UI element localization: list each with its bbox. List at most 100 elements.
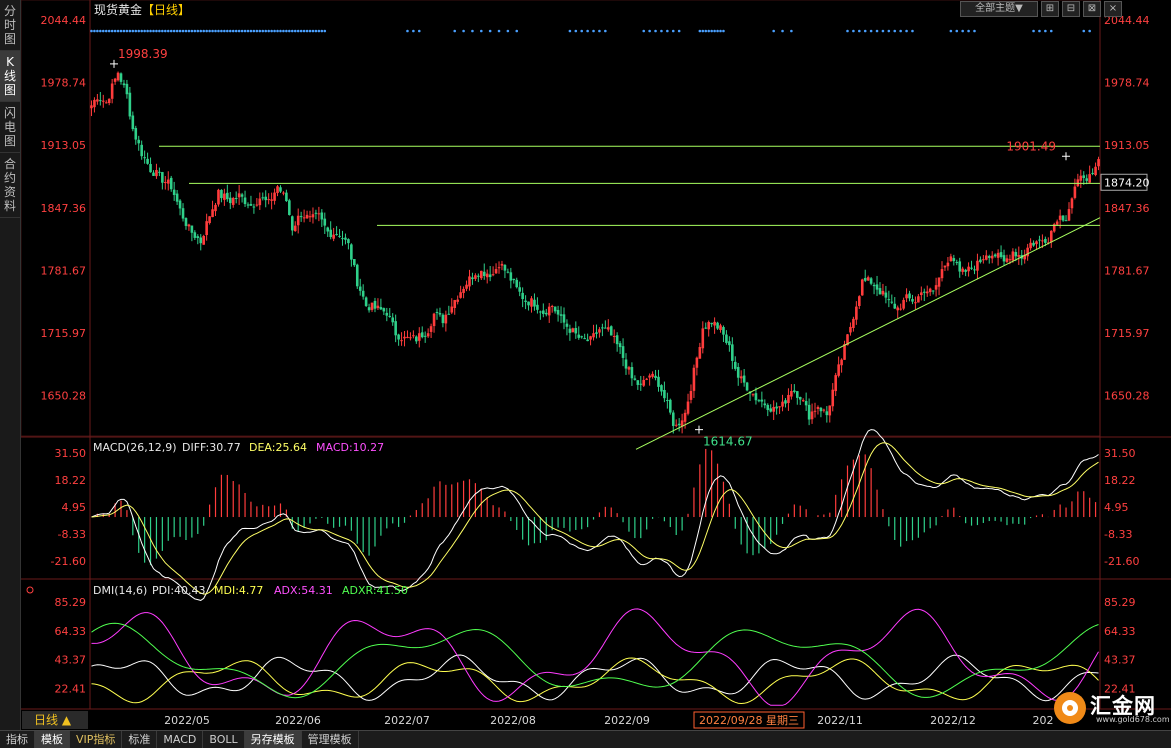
candle-body xyxy=(1041,240,1044,242)
side-tab-0[interactable]: 分时图 xyxy=(0,0,20,51)
side-tab-3[interactable]: 合约资料 xyxy=(0,153,20,218)
candle-body xyxy=(240,194,244,197)
bottom-tab-7[interactable]: 管理模板 xyxy=(302,731,359,748)
side-tab-2[interactable]: 闪电图 xyxy=(0,102,20,153)
signal-dot xyxy=(199,29,203,33)
candle-body xyxy=(922,291,926,293)
candle-body xyxy=(908,293,911,299)
signal-dot xyxy=(875,29,879,33)
candle-body xyxy=(231,197,235,205)
period-selector[interactable]: 日线 ▲ xyxy=(22,711,88,729)
signal-dot xyxy=(781,29,784,33)
signal-dot xyxy=(592,29,595,33)
candle-body xyxy=(565,323,569,327)
signal-dot xyxy=(905,29,908,33)
signal-dot xyxy=(208,29,211,33)
bottom-tab-6[interactable]: 另存模板 xyxy=(244,731,302,748)
candle-body xyxy=(801,400,805,402)
candle-body xyxy=(858,296,861,306)
candle-body xyxy=(852,318,855,329)
bottom-tab-3[interactable]: 标准 xyxy=(122,731,158,748)
candle-body xyxy=(332,234,335,239)
candle-body xyxy=(979,259,982,263)
bottom-tab-4[interactable]: MACD xyxy=(157,731,204,748)
candle-body xyxy=(237,193,241,198)
window-icon[interactable]: ⊠ xyxy=(1083,1,1101,17)
candle-body xyxy=(480,270,483,279)
side-tab-1[interactable]: K线图 xyxy=(0,51,20,102)
candle-body xyxy=(515,279,519,288)
candle-body xyxy=(769,408,773,412)
candle-body xyxy=(196,236,200,239)
signal-dot xyxy=(237,29,241,33)
candle-body xyxy=(949,256,953,262)
candle-body xyxy=(308,216,312,218)
candle-body xyxy=(465,284,468,289)
candle-body xyxy=(881,290,885,295)
extreme-label-low: 1614.67 xyxy=(703,435,753,449)
signal-dot xyxy=(308,29,312,33)
layout-icon[interactable]: ⊞ xyxy=(1041,1,1059,17)
signal-dot xyxy=(196,29,200,33)
candle-body xyxy=(595,332,598,334)
candle-body xyxy=(884,292,888,298)
signal-dot xyxy=(131,29,135,33)
signal-dot xyxy=(146,29,149,33)
split-icon[interactable]: ⊟ xyxy=(1062,1,1080,17)
bottom-tab-0[interactable]: 指标 xyxy=(0,731,35,748)
candle-body xyxy=(671,412,675,426)
brand-logo: 汇金网 www.gold678.com xyxy=(1050,688,1170,728)
bottom-tab-1[interactable]: 模板 xyxy=(35,731,70,748)
candle-body xyxy=(716,322,719,329)
candle-body xyxy=(798,396,802,400)
dmi-tick-right: 43.37 xyxy=(1104,654,1136,667)
signal-dot xyxy=(642,29,646,33)
candle-body xyxy=(553,306,557,312)
candle-body xyxy=(524,300,527,302)
bottom-tab-2[interactable]: VIP指标 xyxy=(70,731,123,748)
candle-body xyxy=(146,158,149,164)
candle-body xyxy=(403,336,406,339)
dmi-adx-value: ADX:54.31 xyxy=(274,584,333,597)
dmi-tick-right: 85.29 xyxy=(1104,596,1136,609)
candle-body xyxy=(860,279,864,296)
candle-body xyxy=(184,218,188,226)
dmi-tick-left: 85.29 xyxy=(55,596,87,609)
chart-canvas[interactable]: 现货黄金 【日线】2044.44 2044.441978.74 1978.741913… xyxy=(0,0,1171,730)
signal-dot xyxy=(1044,29,1047,33)
candle-body xyxy=(1049,230,1053,243)
signal-dot xyxy=(604,29,607,33)
dmi-label: DMI(14,6) xyxy=(93,584,147,597)
signal-dot xyxy=(772,29,775,33)
candle-body xyxy=(571,328,575,333)
signal-dot xyxy=(790,29,793,33)
theme-dropdown[interactable]: 全部主题▼ xyxy=(960,1,1038,17)
candle-body xyxy=(270,199,273,201)
candle-body xyxy=(976,260,979,271)
candle-body xyxy=(550,305,554,307)
candle-body xyxy=(872,284,876,287)
candle-body xyxy=(917,296,920,303)
candle-body xyxy=(261,197,265,199)
candle-body xyxy=(869,278,873,284)
candle-body xyxy=(1011,251,1015,261)
signal-dot xyxy=(480,29,483,33)
macd-tick-left: 31.50 xyxy=(55,447,87,460)
candle-body xyxy=(816,406,820,409)
candle-body xyxy=(521,292,524,300)
candle-body xyxy=(657,376,660,387)
candle-body xyxy=(382,308,386,312)
signal-dot xyxy=(648,29,651,33)
price-tick-right: 1650.28 xyxy=(1104,390,1150,403)
candle-body xyxy=(612,336,616,338)
bottom-tab-5[interactable]: BOLL xyxy=(203,731,245,748)
candle-body xyxy=(925,291,929,294)
signal-dot xyxy=(134,29,138,33)
candle-body xyxy=(252,206,256,208)
price-tick-right: 1847.36 xyxy=(1104,202,1150,215)
signal-dot xyxy=(258,29,262,33)
close-icon[interactable]: × xyxy=(1104,1,1122,17)
price-tick-left: 2044.44 xyxy=(41,14,87,27)
candle-body xyxy=(742,375,746,383)
candle-body xyxy=(161,172,164,183)
